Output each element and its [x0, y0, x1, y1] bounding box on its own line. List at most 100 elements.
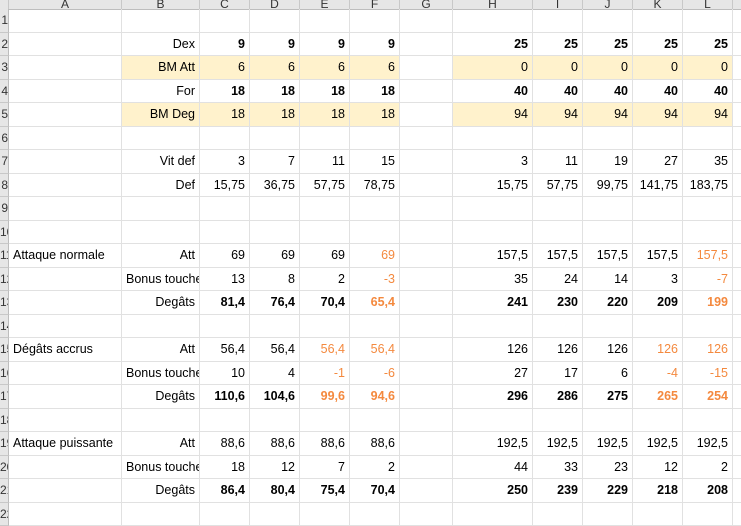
cell-i8[interactable]: 57,75 [533, 174, 583, 198]
row-header[interactable]: 4 [0, 80, 9, 104]
cell-b3[interactable]: BM Att [122, 56, 200, 80]
cell-l19[interactable]: 192,5 [683, 432, 733, 456]
cell-g12[interactable] [400, 268, 453, 292]
cell-l20[interactable]: 2 [683, 456, 733, 480]
cell-i18[interactable] [533, 409, 583, 433]
cell-m12[interactable] [733, 268, 741, 292]
cell-e9[interactable] [300, 197, 350, 221]
cell-d16[interactable]: 4 [250, 362, 300, 386]
row-header[interactable]: 21 [0, 479, 9, 503]
cell-a12[interactable] [9, 268, 122, 292]
cell-j13[interactable]: 220 [583, 291, 633, 315]
cell-l17[interactable]: 254 [683, 385, 733, 409]
cell-g6[interactable] [400, 127, 453, 151]
cell-l6[interactable] [683, 127, 733, 151]
cell-f20[interactable]: 2 [350, 456, 400, 480]
cell-k13[interactable]: 209 [633, 291, 683, 315]
cell-a6[interactable] [9, 127, 122, 151]
cell-b18[interactable] [122, 409, 200, 433]
cell-i16[interactable]: 17 [533, 362, 583, 386]
cell-g10[interactable] [400, 221, 453, 245]
cell-l16[interactable]: -15 [683, 362, 733, 386]
cell-m1[interactable] [733, 9, 741, 33]
cell-a4[interactable] [9, 80, 122, 104]
cell-k15[interactable]: 126 [633, 338, 683, 362]
cell-j15[interactable]: 126 [583, 338, 633, 362]
cell-a20[interactable] [9, 456, 122, 480]
cell-e5[interactable]: 18 [300, 103, 350, 127]
cell-f12[interactable]: -3 [350, 268, 400, 292]
column-header-a[interactable]: A [9, 0, 122, 9]
select-all-corner[interactable] [0, 0, 9, 9]
cell-j16[interactable]: 6 [583, 362, 633, 386]
cell-c18[interactable] [200, 409, 250, 433]
cell-g20[interactable] [400, 456, 453, 480]
cell-d10[interactable] [250, 221, 300, 245]
cell-h3[interactable]: 0 [453, 56, 533, 80]
cell-b16[interactable]: Bonus toucher [122, 362, 200, 386]
cell-e13[interactable]: 70,4 [300, 291, 350, 315]
row-header[interactable]: 12 [0, 268, 9, 292]
cell-j1[interactable] [583, 9, 633, 33]
cell-m10[interactable] [733, 221, 741, 245]
cell-a9[interactable] [9, 197, 122, 221]
cell-j11[interactable]: 157,5 [583, 244, 633, 268]
cell-f19[interactable]: 88,6 [350, 432, 400, 456]
cell-k20[interactable]: 12 [633, 456, 683, 480]
cell-m15[interactable] [733, 338, 741, 362]
cell-c19[interactable]: 88,6 [200, 432, 250, 456]
cell-i19[interactable]: 192,5 [533, 432, 583, 456]
cell-g9[interactable] [400, 197, 453, 221]
cell-a2[interactable] [9, 33, 122, 57]
cell-l12[interactable]: -7 [683, 268, 733, 292]
cell-d18[interactable] [250, 409, 300, 433]
cell-j7[interactable]: 19 [583, 150, 633, 174]
cell-k4[interactable]: 40 [633, 80, 683, 104]
cell-m6[interactable] [733, 127, 741, 151]
cell-d5[interactable]: 18 [250, 103, 300, 127]
cell-c10[interactable] [200, 221, 250, 245]
cell-i2[interactable]: 25 [533, 33, 583, 57]
cell-b11[interactable]: Att [122, 244, 200, 268]
cell-h8[interactable]: 15,75 [453, 174, 533, 198]
cell-c20[interactable]: 18 [200, 456, 250, 480]
cell-d6[interactable] [250, 127, 300, 151]
cell-e3[interactable]: 6 [300, 56, 350, 80]
cell-e1[interactable] [300, 9, 350, 33]
cell-b9[interactable] [122, 197, 200, 221]
cell-m4[interactable] [733, 80, 741, 104]
cell-g17[interactable] [400, 385, 453, 409]
cell-l1[interactable] [683, 9, 733, 33]
cell-k19[interactable]: 192,5 [633, 432, 683, 456]
cell-b12[interactable]: Bonus toucher [122, 268, 200, 292]
cell-a19[interactable]: Attaque puissante [9, 432, 122, 456]
cell-g2[interactable] [400, 33, 453, 57]
cell-g3[interactable] [400, 56, 453, 80]
cell-c7[interactable]: 3 [200, 150, 250, 174]
row-header[interactable]: 19 [0, 432, 9, 456]
cell-a7[interactable] [9, 150, 122, 174]
cell-a22[interactable] [9, 503, 122, 526]
cell-i7[interactable]: 11 [533, 150, 583, 174]
cell-e4[interactable]: 18 [300, 80, 350, 104]
row-header[interactable]: 15 [0, 338, 9, 362]
cell-l14[interactable] [683, 315, 733, 339]
cell-j18[interactable] [583, 409, 633, 433]
column-header-l[interactable]: L [683, 0, 733, 9]
cell-d9[interactable] [250, 197, 300, 221]
cell-l22[interactable] [683, 503, 733, 526]
cell-e14[interactable] [300, 315, 350, 339]
cell-f21[interactable]: 70,4 [350, 479, 400, 503]
cell-l4[interactable]: 40 [683, 80, 733, 104]
cell-k1[interactable] [633, 9, 683, 33]
cell-c2[interactable]: 9 [200, 33, 250, 57]
cell-m13[interactable] [733, 291, 741, 315]
cell-d14[interactable] [250, 315, 300, 339]
cell-i10[interactable] [533, 221, 583, 245]
cell-d2[interactable]: 9 [250, 33, 300, 57]
cell-i15[interactable]: 126 [533, 338, 583, 362]
row-header[interactable]: 10 [0, 221, 9, 245]
cell-i9[interactable] [533, 197, 583, 221]
cell-j3[interactable]: 0 [583, 56, 633, 80]
cell-a10[interactable] [9, 221, 122, 245]
